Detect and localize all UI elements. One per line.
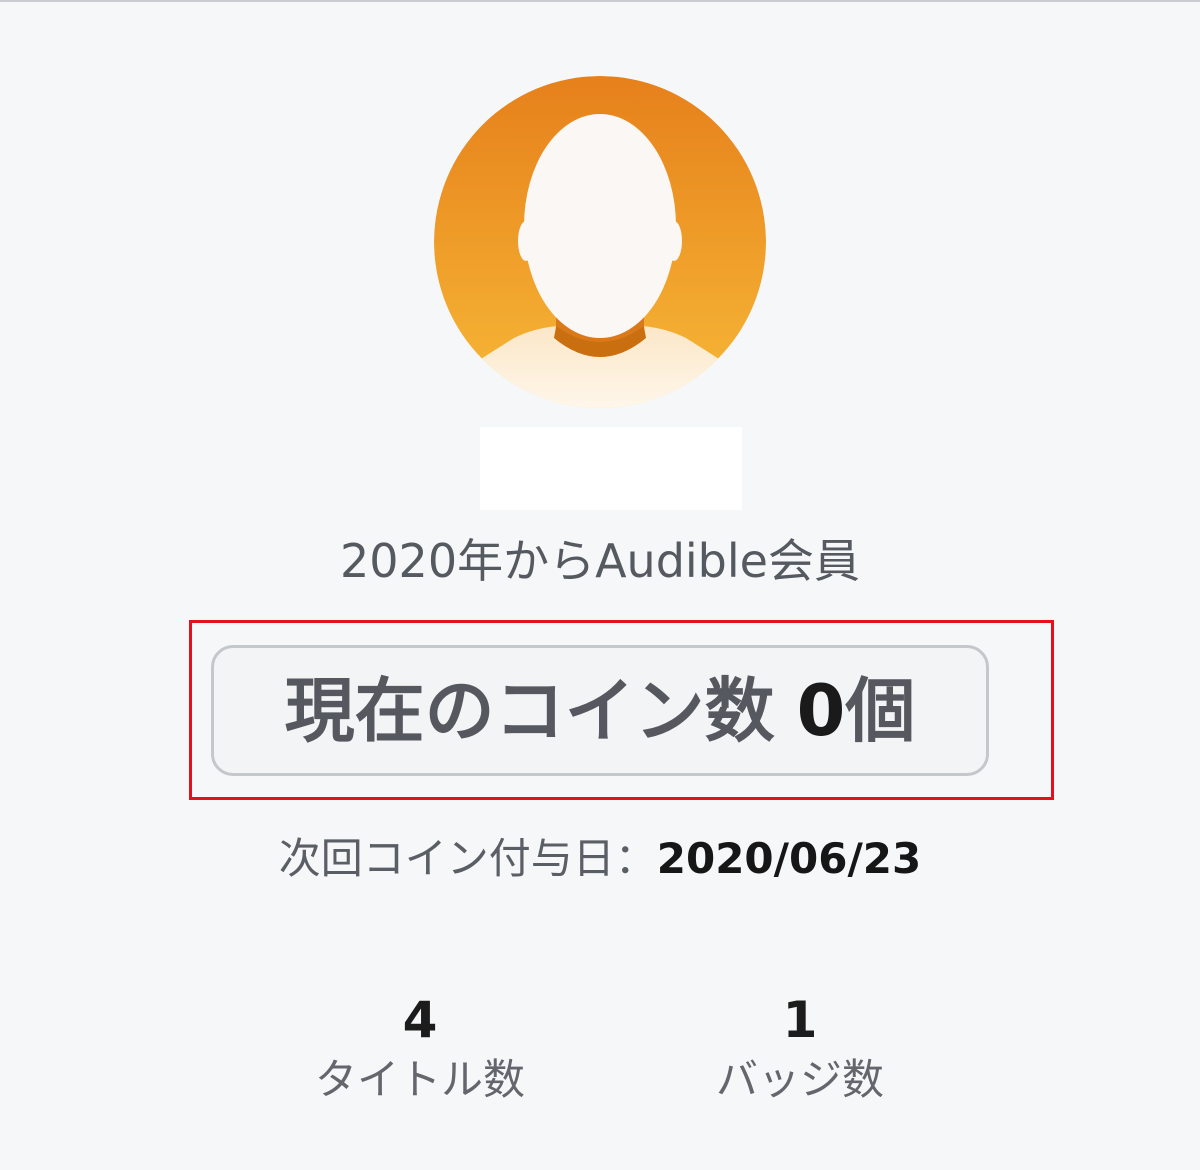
coin-count: 0 <box>796 669 846 752</box>
coin-unit: 個 <box>845 669 916 752</box>
member-since-text: 2020年からAudible会員 <box>340 534 860 588</box>
coin-balance-pill: 現在のコイン数 0個 <box>211 645 989 776</box>
badges-label: バッジ数 <box>715 1055 884 1104</box>
next-coin-label: 次回コイン付与日： <box>278 834 657 883</box>
coin-balance-value: 0個 <box>797 671 916 751</box>
stat-badges[interactable]: 1 バッジ数 <box>630 990 970 1108</box>
badges-count: 1 <box>782 991 818 1049</box>
username-redacted <box>480 427 742 510</box>
top-divider <box>0 0 1200 2</box>
stat-titles[interactable]: 4 タイトル数 <box>250 990 590 1108</box>
next-coin-date-row: 次回コイン付与日：2020/06/23 <box>0 832 1200 886</box>
next-coin-date: 2020/06/23 <box>656 834 922 883</box>
coin-balance-label: 現在のコイン数 <box>284 669 775 752</box>
profile-avatar[interactable] <box>434 76 766 408</box>
titles-count: 4 <box>402 991 438 1049</box>
titles-label: タイトル数 <box>314 1055 525 1104</box>
person-silhouette-icon <box>434 76 766 408</box>
